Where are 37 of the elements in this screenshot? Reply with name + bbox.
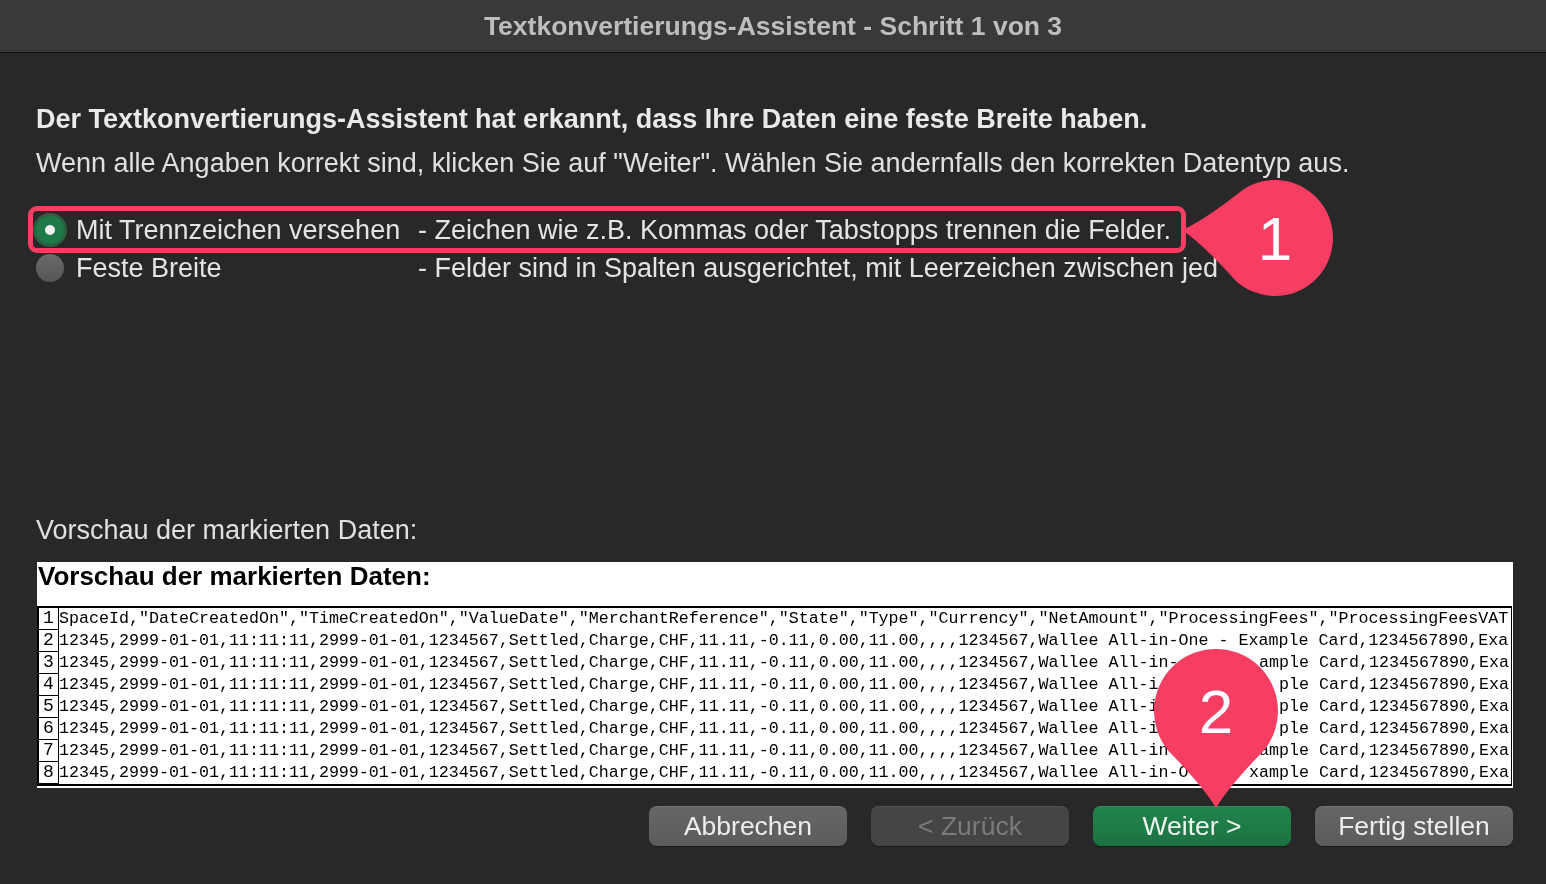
- row-text: 12345,2999-01-01,11:11:11,2999-01-01,1234567,Settled,Charge,CHF,11.11,-0.11,0.00,11.00,,,,1234567,Wallee All-in: [59, 740, 1169, 762]
- row-number: 7: [39, 740, 59, 762]
- row-number: 4: [39, 674, 59, 696]
- dialog-button[interactable]: Fertig stellen: [1315, 806, 1513, 846]
- callout-number: 2: [1198, 677, 1234, 746]
- window-title: Textkonvertierungs-Assistent - Schritt 1 von 3: [483, 10, 1063, 42]
- row-number: 6: [39, 718, 59, 740]
- row-text: 12345,2999-01-01,11:11:11,2999-01-01,1234567,Settled,Charge,CHF,11.11,-0.11,0.00,11.00,,,,1234567,Wallee All-in-One - Example Card,1234567890,Exa: [59, 630, 1509, 652]
- row-number: 8: [39, 762, 59, 784]
- row-text: 12345,2999-01-01,11:11:11,2999-01-01,1234567,Settled,Charge,CHF,11.11,-0.11,0.00,11.00,,,,1234567,Wallee All-i: [59, 696, 1159, 718]
- heading: Der Textkonvertierungs-Assistent hat erkannt, dass Ihre Daten eine feste Breite haben.: [36, 103, 1149, 135]
- row-number: 3: [39, 652, 59, 674]
- radio-button[interactable]: [36, 254, 64, 282]
- row-text: ample Card,1234567890,Exa: [1259, 652, 1509, 674]
- preview-label: Vorschau der markierten Daten:: [36, 514, 419, 546]
- row-text: SpaceId,"DateCreatedOn","TimeCreatedOn","ValueDate","MerchantReference","State","Type","Currency","NetAmount","ProcessingFees","ProcessingFeesVAT: [59, 608, 1509, 630]
- row-text: ple Card,1234567890,Exa: [1279, 674, 1509, 696]
- option-description: - Felder sind in Spalten ausgerichtet, mit Leerzeichen zwischen jed: [418, 252, 1218, 284]
- row-text: ple Card,1234567890,Exa: [1279, 718, 1509, 740]
- option-label[interactable]: Feste Breite: [76, 252, 418, 284]
- callout-number: 1: [1257, 204, 1293, 273]
- preview-title: Vorschau der markierten Daten:: [37, 562, 432, 593]
- row-text: 12345,2999-01-01,11:11:11,2999-01-01,1234567,Settled,Charge,CHF,11.11,-0.11,0.00,11.00,,,,1234567,Wallee All-in-O: [59, 762, 1189, 784]
- row-number: 5: [39, 696, 59, 718]
- radio-button[interactable]: [36, 216, 64, 244]
- row-text: 12345,2999-01-01,11:11:11,2999-01-01,1234567,Settled,Charge,CHF,11.11,-0.11,0.00,11.00,,,,1234567,Wallee All-i: [59, 674, 1159, 696]
- row-text: 12345,2999-01-01,11:11:11,2999-01-01,1234567,Settled,Charge,CHF,11.11,-0.11,0.00,11.00,,,,1234567,Wallee All-i: [59, 718, 1159, 740]
- dialog-button[interactable]: Abbrechen: [649, 806, 847, 846]
- option-description: - Zeichen wie z.B. Kommas oder Tabstopps trennen die Felder.: [418, 214, 1171, 246]
- row-number: 1: [39, 608, 59, 630]
- dialog-button[interactable]: Weiter >: [1093, 806, 1291, 846]
- instruction-text: Wenn alle Angaben korrekt sind, klicken Sie auf "Weiter". Wählen Sie andernfalls den korrekten Datentyp aus.: [36, 147, 1351, 179]
- row-text: xample Card,1234567890,Exa: [1249, 762, 1509, 784]
- row-number: 2: [39, 630, 59, 652]
- row-text: ple Card,1234567890,Exa: [1279, 696, 1509, 718]
- row-text: 12345,2999-01-01,11:11:11,2999-01-01,1234567,Settled,Charge,CHF,11.11,-0.11,0.00,11.00,,,,1234567,Wallee All-in-: [59, 652, 1179, 674]
- option-label[interactable]: Mit Trennzeichen versehen: [76, 214, 418, 246]
